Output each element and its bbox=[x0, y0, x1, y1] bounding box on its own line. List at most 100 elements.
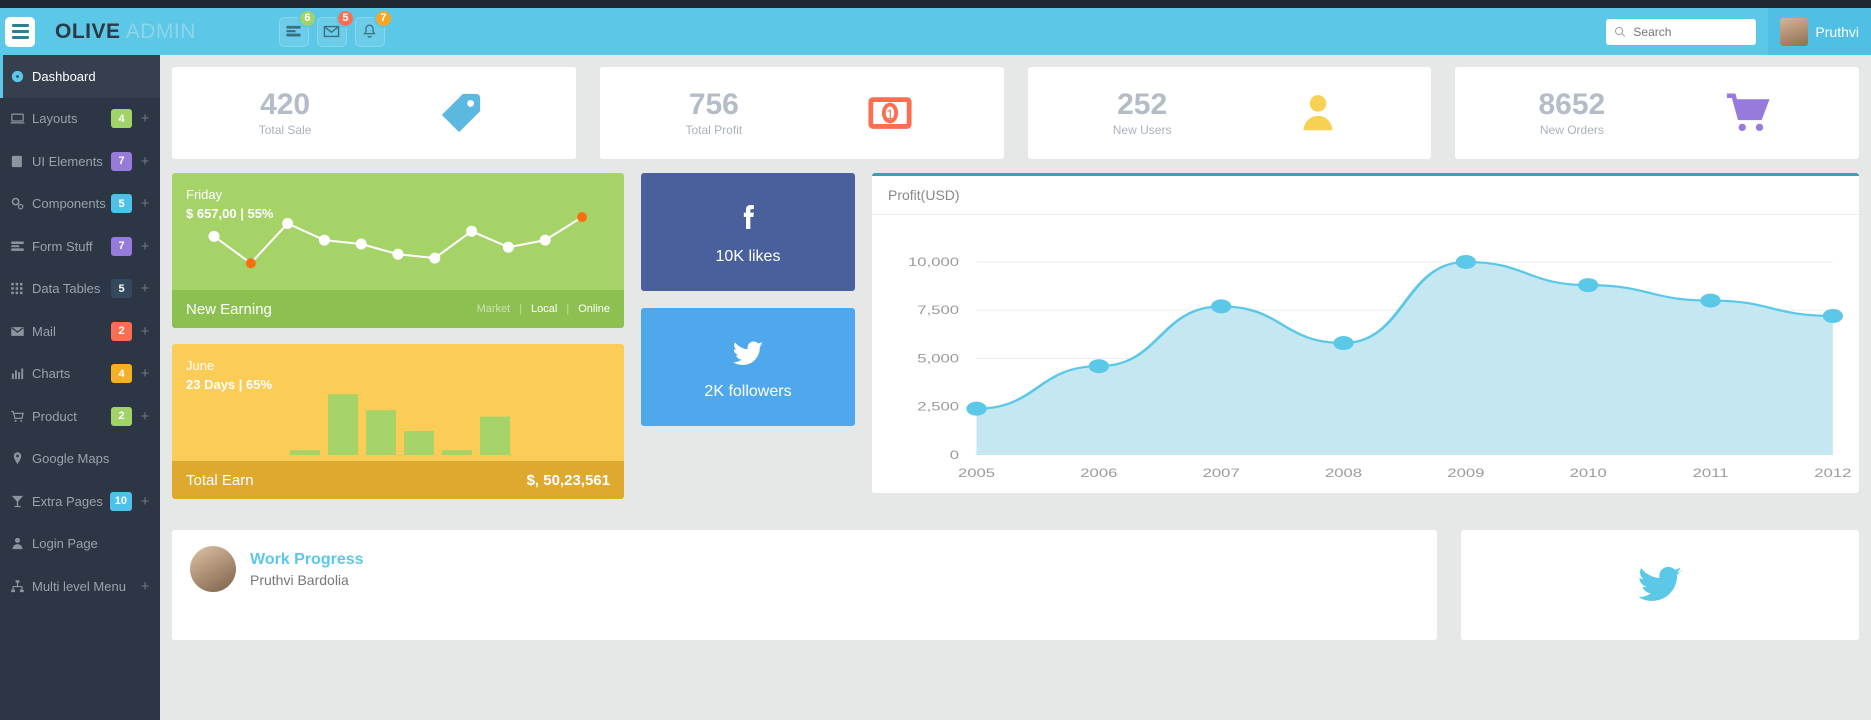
chevron-expand-icon[interactable]: + bbox=[140, 238, 150, 255]
stat-text-group: 252 New Users bbox=[1113, 89, 1172, 137]
profit-chart-title: Profit(USD) bbox=[872, 176, 1859, 215]
sidebar-item-label: Extra Pages bbox=[32, 493, 103, 509]
search-box[interactable] bbox=[1606, 18, 1757, 45]
brand-name-sub: ADMIN bbox=[125, 19, 196, 43]
messages-button[interactable]: 5 bbox=[316, 8, 355, 47]
work-progress-name: Pruthvi Bardolia bbox=[250, 571, 349, 588]
twitter-feed-card bbox=[1461, 530, 1859, 640]
chevron-expand-icon[interactable]: + bbox=[140, 280, 150, 297]
new-earning-top: Friday $ 657,00 | 55% bbox=[172, 173, 624, 290]
sidebar-item-google-maps[interactable]: Google Maps bbox=[0, 438, 160, 481]
sidebar-item-layouts[interactable]: Layouts 4 + bbox=[0, 98, 160, 141]
work-progress-header: Work Progress Pruthvi Bardolia bbox=[190, 546, 1419, 592]
sidebar-item-product[interactable]: Product 2 + bbox=[0, 395, 160, 438]
avatar bbox=[1780, 17, 1809, 46]
work-progress-card: Work Progress Pruthvi Bardolia bbox=[172, 530, 1437, 640]
search-input[interactable] bbox=[1633, 24, 1749, 39]
svg-text:2006: 2006 bbox=[1080, 467, 1117, 480]
chevron-expand-icon[interactable]: + bbox=[140, 195, 150, 212]
sidebar-item-badge: 5 bbox=[111, 194, 132, 214]
svg-text:2,500: 2,500 bbox=[917, 401, 959, 414]
martini-icon bbox=[10, 494, 32, 509]
new-earning-card: Friday $ 657,00 | 55% New Earning Market… bbox=[172, 173, 624, 328]
sidebar-item-label: Dashboard bbox=[32, 68, 96, 84]
sidebar-toggle-hamburger-icon[interactable] bbox=[5, 16, 35, 47]
twitter-icon bbox=[1638, 566, 1682, 601]
sidebar-item-badge: 2 bbox=[111, 406, 132, 426]
svg-text:2012: 2012 bbox=[1814, 467, 1851, 480]
link-separator-1: | bbox=[519, 303, 523, 315]
total-earn-footer: Total Earn $, 50,23,561 bbox=[172, 461, 624, 499]
stat-card-new-orders: 8652 New Orders bbox=[1455, 67, 1859, 159]
chevron-expand-icon[interactable]: + bbox=[140, 408, 150, 425]
user-name-label: Pruthvi bbox=[1815, 23, 1859, 40]
svg-text:2008: 2008 bbox=[1325, 467, 1362, 480]
chevron-expand-icon[interactable]: + bbox=[140, 110, 150, 127]
banknote-icon: 1 bbox=[862, 90, 918, 136]
chevron-expand-icon[interactable]: + bbox=[140, 153, 150, 170]
stat-value: 252 bbox=[1117, 88, 1168, 122]
header-right-area: Pruthvi bbox=[1606, 8, 1871, 55]
new-earning-title: New Earning bbox=[186, 300, 272, 318]
laptop-icon bbox=[10, 111, 32, 126]
window-top-strip bbox=[0, 0, 1871, 8]
messages-badge: 5 bbox=[335, 8, 355, 28]
sidebar-item-badge: 2 bbox=[111, 321, 132, 341]
sidebar-item-label: Charts bbox=[32, 366, 71, 382]
profit-area-chart[interactable]: 0 2,500 5,000 7,500 10,000 2005 2006 2007 2008 20… bbox=[872, 215, 1859, 493]
stat-card-total-profit: 756 Total Profit 1 bbox=[599, 67, 1004, 159]
link-local[interactable]: Local bbox=[531, 303, 557, 315]
new-earning-sparkline bbox=[208, 212, 587, 269]
sidebar-item-ui-elements[interactable]: UI Elements 7 + bbox=[0, 140, 160, 183]
sidebar-item-login-page[interactable]: Login Page bbox=[0, 523, 160, 566]
sidebar-item-label: Google Maps bbox=[32, 451, 110, 467]
header-icon-buttons: 6 5 7 bbox=[278, 8, 393, 47]
link-online[interactable]: Online bbox=[578, 303, 610, 315]
svg-text:0: 0 bbox=[950, 449, 959, 462]
link-market[interactable]: Market bbox=[477, 303, 511, 315]
cart-icon bbox=[10, 409, 32, 424]
svg-text:5,000: 5,000 bbox=[917, 353, 959, 366]
gears-icon bbox=[10, 196, 32, 211]
sidebar-item-dashboard[interactable]: Dashboard bbox=[0, 55, 160, 98]
profit-chart-body: 0 2,500 5,000 7,500 10,000 2005 2006 2007 2008 20… bbox=[872, 215, 1859, 493]
svg-text:1: 1 bbox=[886, 107, 893, 122]
dashboard-middle-row: Friday $ 657,00 | 55% New Earning Market… bbox=[172, 173, 1859, 515]
svg-text:2007: 2007 bbox=[1203, 467, 1240, 480]
sidebar-item-extra-pages[interactable]: Extra Pages 10 + bbox=[0, 480, 160, 523]
sidebar-item-components[interactable]: Components 5 + bbox=[0, 183, 160, 226]
tasks-button[interactable]: 6 bbox=[278, 8, 317, 47]
svg-text:2010: 2010 bbox=[1570, 467, 1607, 480]
sidebar-item-charts[interactable]: Charts 4 + bbox=[0, 353, 160, 396]
total-earn-title: Total Earn bbox=[186, 471, 254, 489]
main-content: 420 Total Sale 756 Total Profit 1 252 New User… bbox=[160, 55, 1871, 720]
chevron-expand-icon[interactable]: + bbox=[140, 323, 150, 340]
earnings-column: Friday $ 657,00 | 55% New Earning Market… bbox=[172, 173, 624, 515]
sidebar-item-data-tables[interactable]: Data Tables 5 + bbox=[0, 268, 160, 311]
chevron-expand-icon[interactable]: + bbox=[140, 493, 150, 510]
sidebar-item-multi-level-menu[interactable]: Multi level Menu + bbox=[0, 565, 160, 608]
user-menu[interactable]: Pruthvi bbox=[1768, 8, 1871, 55]
bar-chart-icon bbox=[10, 366, 32, 381]
stat-label: Total Sale bbox=[258, 122, 312, 137]
new-earning-footer: New Earning Market | Local | Online bbox=[172, 290, 624, 328]
stat-value: 756 bbox=[688, 88, 739, 122]
total-earn-card: June 23 Days | 65% Total Earn $, 50,23,5… bbox=[172, 344, 624, 499]
notifications-button[interactable]: 7 bbox=[354, 8, 393, 47]
stat-label: New Users bbox=[1112, 122, 1172, 137]
book-icon bbox=[10, 154, 32, 169]
facebook-card[interactable]: 10K likes bbox=[641, 173, 855, 291]
profit-chart-card: Profit(USD) 0 2,500 5,000 7,500 10,000 2005 20… bbox=[872, 173, 1859, 493]
sidebar-item-form-stuff[interactable]: Form Stuff 7 + bbox=[0, 225, 160, 268]
dashboard-icon bbox=[10, 69, 32, 84]
sidebar-item-badge: 4 bbox=[111, 109, 132, 129]
work-progress-title: Work Progress bbox=[250, 550, 364, 568]
new-earning-links: Market | Local | Online bbox=[477, 303, 610, 315]
twitter-card[interactable]: 2K followers bbox=[641, 308, 855, 426]
chevron-expand-icon[interactable]: + bbox=[140, 578, 150, 595]
sidebar-item-mail[interactable]: Mail 2 + bbox=[0, 310, 160, 353]
brand-logo[interactable]: OLIVE ADMIN bbox=[55, 20, 196, 44]
facebook-icon bbox=[743, 204, 754, 229]
tasks-badge: 6 bbox=[297, 8, 317, 28]
chevron-expand-icon[interactable]: + bbox=[140, 365, 150, 382]
